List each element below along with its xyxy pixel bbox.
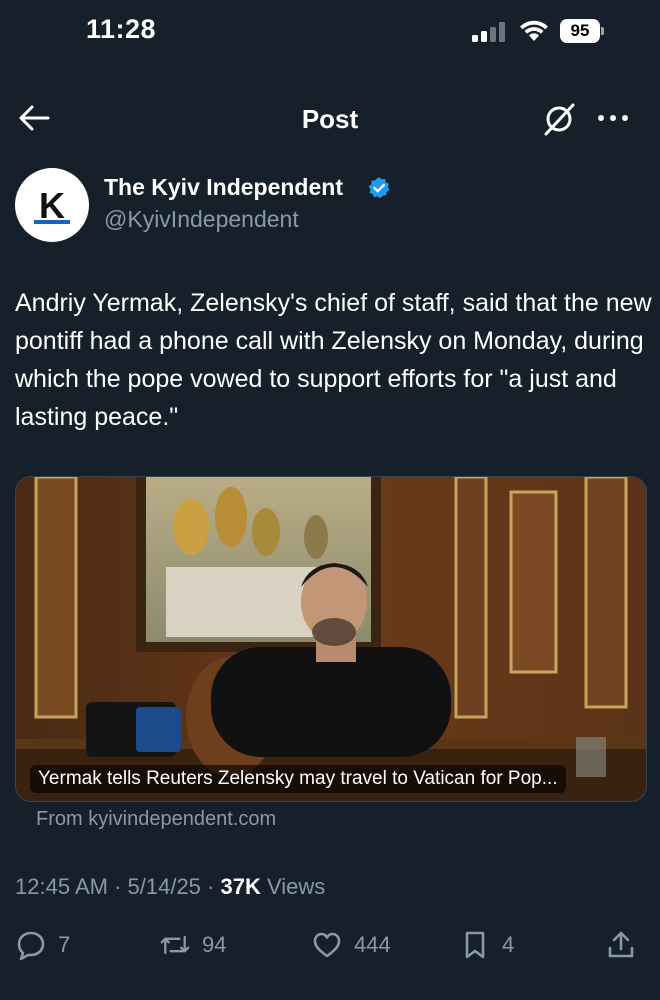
share-button[interactable] [606, 920, 636, 970]
more-options-icon[interactable] [596, 104, 630, 132]
reply-icon [17, 931, 45, 960]
repost-icon [160, 935, 190, 955]
card-source[interactable]: From kyivindependent.com [36, 808, 276, 831]
share-icon [608, 931, 634, 958]
like-button[interactable]: 444 [312, 920, 391, 970]
bookmark-icon [465, 931, 485, 959]
heart-icon [313, 932, 341, 958]
reply-count: 7 [58, 932, 71, 957]
post-date: 5/14/25 [127, 874, 201, 899]
bookmark-count: 4 [502, 932, 515, 957]
reply-button[interactable]: 7 [16, 920, 70, 970]
card-image [16, 477, 646, 801]
repost-button[interactable]: 94 [160, 920, 226, 970]
battery-level: 95 [570, 21, 590, 40]
signal-icon [472, 22, 505, 42]
bookmark-button[interactable]: 4 [460, 920, 514, 970]
battery-indicator: 95 [560, 19, 606, 43]
views-count[interactable]: 37K [220, 874, 260, 899]
post-time: 12:45 AM [15, 874, 108, 899]
author-handle[interactable]: @KyivIndependent [104, 206, 299, 233]
post-text: Andriy Yermak, Zelensky's chief of staff… [15, 289, 652, 431]
wifi-icon [520, 20, 548, 41]
author-name[interactable]: The Kyiv Independent [104, 174, 343, 201]
repost-count: 94 [202, 932, 227, 957]
action-bar: 7 94 444 4 [0, 920, 660, 970]
views-label: Views [266, 874, 326, 899]
avatar[interactable]: K [15, 168, 89, 242]
post-meta: 12:45 AM · 5/14/25 · 37K Views [15, 874, 326, 899]
link-card[interactable]: Yermak tells Reuters Zelensky may travel… [15, 476, 647, 802]
verified-badge-icon [368, 177, 390, 199]
grok-icon[interactable] [540, 100, 578, 138]
avatar-letter: K [39, 185, 65, 226]
card-headline[interactable]: Yermak tells Reuters Zelensky may travel… [30, 765, 566, 793]
like-count: 444 [354, 932, 391, 957]
status-time: 11:28 [86, 14, 157, 44]
